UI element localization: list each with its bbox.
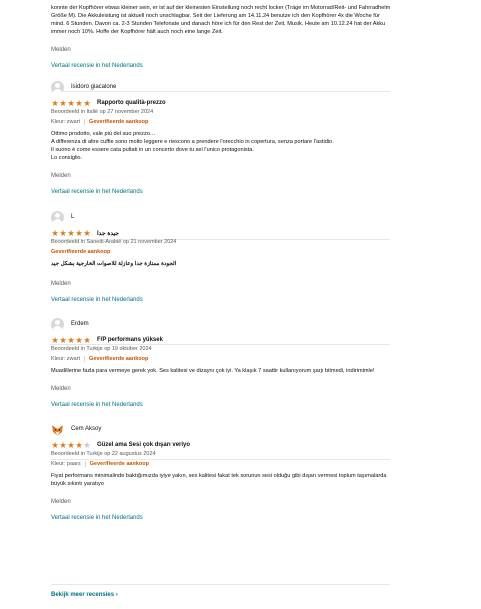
review-body-intro: konnte der Kopfhörer etwas kleiner sein,… — [51, 5, 391, 35]
report-link[interactable]: Melden — [51, 47, 481, 56]
star-icon: ★ — [51, 335, 59, 345]
review-item: Isidoro giacalone ★ ★ ★ ★ ★ Rapporto qualità… — [51, 80, 481, 198]
star-icon: ★ — [75, 228, 83, 238]
see-more-reviews-link[interactable]: Bekijk meer recensies › — [51, 592, 118, 598]
separator — [84, 119, 86, 125]
avatar — [51, 210, 64, 224]
review-item: Cem Aksoy ★ ★ ★ ★ ★ Güzel ama Sesi çok dışar… — [51, 422, 481, 524]
star-icon: ★ — [67, 335, 75, 345]
review-date: Beoordeeld in Saoedi-Arabië op 21 novemb… — [51, 239, 177, 245]
star-icon: ★ — [75, 98, 83, 108]
star-icon: ★ — [59, 98, 67, 108]
review-title[interactable]: جيدة جدا — [97, 230, 119, 237]
report-link[interactable]: Melden — [51, 499, 481, 508]
star-icon: ★ — [51, 98, 59, 108]
report-link[interactable]: Melden — [51, 386, 481, 395]
review-body: Ottimo prodotto, vale più del suo prezzo… — [51, 131, 334, 161]
star-rating[interactable]: ★ ★ ★ ★ ★ — [51, 98, 91, 108]
translate-review-link[interactable]: Vertaal recensie in het Nederlands — [51, 297, 481, 306]
avatar — [51, 80, 64, 94]
reviewer-name: Erdem — [71, 321, 89, 327]
review-item: L ★ ★ ★ ★ ★ جيدة جدا Beoordeeld in Saoedi-Ar… — [51, 210, 481, 306]
divider — [51, 584, 390, 585]
verified-badge: Geverifieerde aankoop — [89, 356, 149, 362]
star-icon: ★ — [59, 335, 67, 345]
review-item: Erdem ★ ★ ★ ★ ★ F/P performans yüksek Beoord… — [51, 317, 481, 411]
verified-badge: Geverifieerde aankoop — [89, 119, 149, 125]
star-icon: ★ — [51, 440, 59, 450]
star-rating[interactable]: ★ ★ ★ ★ ★ — [51, 335, 91, 345]
reviewer-name: L — [71, 214, 75, 220]
separator — [84, 356, 86, 362]
report-link[interactable]: Melden — [51, 281, 481, 290]
star-icon: ★ — [51, 228, 59, 238]
star-icon: ★ — [59, 228, 67, 238]
star-empty-icon: ★ — [83, 440, 91, 450]
translate-review-link[interactable]: Vertaal recensie in het Nederlands — [51, 402, 481, 411]
verified-badge: Geverifieerde aankoop — [51, 249, 111, 255]
review-body: Fiyat performans minimalinde baktığımızd… — [51, 473, 387, 487]
variant-color[interactable]: Kleur: zwart — [51, 119, 80, 125]
avatar — [51, 317, 64, 331]
verified-badge: Geverifieerde aankoop — [89, 461, 149, 467]
star-icon: ★ — [75, 440, 83, 450]
variant-color[interactable]: Kleur: zwart — [51, 356, 80, 362]
review-date: Beoordeeld in Turkije op 22 augustus 202… — [51, 451, 156, 457]
star-icon: ★ — [83, 98, 91, 108]
review-title[interactable]: F/P performans yüksek — [97, 337, 163, 343]
review-title[interactable]: Rapporto qualità-prezzo — [97, 100, 166, 106]
translate-review-link[interactable]: Vertaal recensie in het Nederlands — [51, 515, 481, 524]
translate-review-link[interactable]: Vertaal recensie in het Nederlands — [51, 63, 481, 72]
separator — [84, 461, 86, 467]
review-date: Beoordeeld in Italië op 27 november 2024 — [51, 109, 154, 115]
review-title[interactable]: Güzel ama Sesi çok dışarı veriyo — [97, 442, 190, 448]
star-icon: ★ — [83, 228, 91, 238]
avatar — [51, 422, 64, 436]
translate-review-link[interactable]: Vertaal recensie in het Nederlands — [51, 189, 481, 198]
star-rating[interactable]: ★ ★ ★ ★ ★ — [51, 228, 91, 238]
review-date: Beoordeeld in Turkije op 19 oktober 2024 — [51, 346, 152, 352]
star-icon: ★ — [67, 228, 75, 238]
reviews-page: konnte der Kopfhörer etwas kleiner sein,… — [0, 0, 481, 609]
star-icon: ★ — [67, 440, 75, 450]
review-body: Muadillerine fazla para vermeye gerek yo… — [51, 368, 375, 374]
star-rating[interactable]: ★ ★ ★ ★ ★ — [51, 440, 91, 450]
variant-color[interactable]: Kleur: paars — [51, 461, 81, 467]
report-link[interactable]: Melden — [51, 173, 481, 182]
star-icon: ★ — [75, 335, 83, 345]
reviewer-name: Cem Aksoy — [71, 426, 102, 432]
star-icon: ★ — [67, 98, 75, 108]
star-icon: ★ — [83, 335, 91, 345]
review-body: الجودة ممتازة جدا وعازلة للاصوات الخارجي… — [51, 261, 177, 267]
reviewer-name: Isidoro giacalone — [71, 84, 117, 90]
fox-avatar-icon — [52, 424, 63, 435]
star-icon: ★ — [59, 440, 67, 450]
